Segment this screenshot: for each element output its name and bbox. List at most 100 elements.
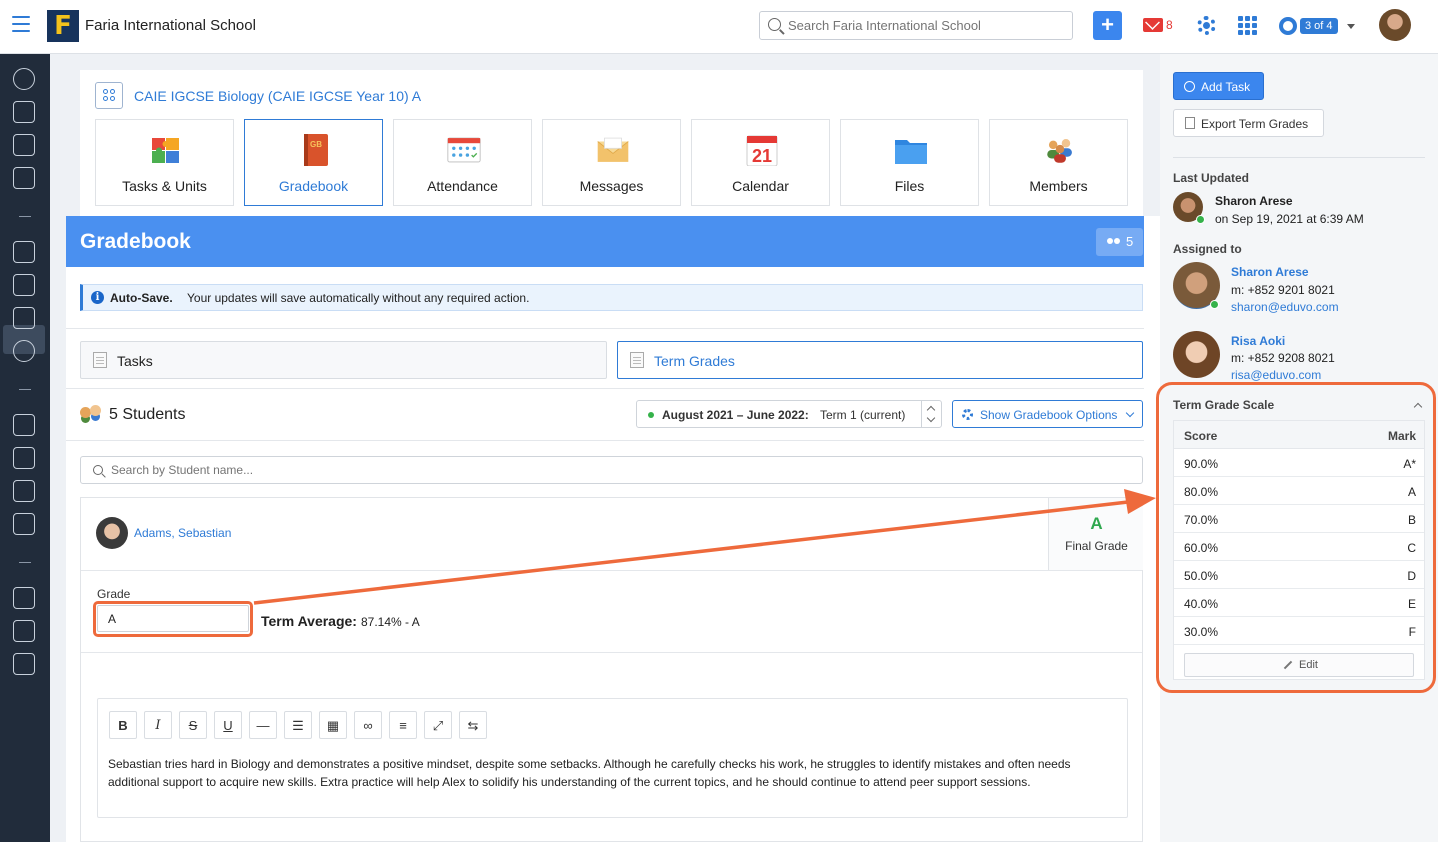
table-button[interactable]: ▦ — [319, 711, 347, 739]
signal-icon[interactable] — [13, 620, 35, 642]
align-button[interactable]: ≡ — [389, 711, 417, 739]
tile-messages[interactable]: Messages — [542, 119, 681, 206]
bold-button[interactable]: B — [109, 711, 137, 739]
link-button[interactable]: ∞ — [354, 711, 382, 739]
growth-chart-icon[interactable] — [13, 513, 35, 535]
avatar — [96, 517, 128, 549]
export-term-grades-button[interactable]: Export Term Grades — [1173, 109, 1324, 137]
edit-scale-button[interactable]: Edit — [1184, 653, 1414, 677]
tab-label: Tasks — [117, 353, 153, 369]
rail-separator — [19, 389, 31, 390]
tile-tasks-units[interactable]: Tasks & Units — [95, 119, 234, 206]
gradebook-header: Gradebook 5 — [66, 216, 1144, 267]
envelope-icon — [597, 137, 629, 162]
fullscreen-button[interactable]: ⤢ — [424, 711, 452, 739]
assignee-email-link[interactable]: risa@eduvo.com — [1231, 368, 1321, 382]
hamburger-menu-icon[interactable] — [12, 16, 30, 36]
flag-icon[interactable] — [13, 653, 35, 675]
course-title[interactable]: CAIE IGCSE Biology (CAIE IGCSE Year 10) … — [134, 88, 421, 104]
score-cell: 50.0% — [1184, 569, 1219, 583]
mail-count-badge[interactable]: 8 — [1166, 18, 1173, 32]
teaching-board-icon[interactable] — [13, 274, 35, 296]
assignee-name-link[interactable]: Sharon Arese — [1231, 265, 1309, 279]
autosave-text: Your updates will save automatically wit… — [187, 291, 530, 305]
table-header: Score Mark — [1174, 421, 1424, 449]
strikethrough-button[interactable]: S — [179, 711, 207, 739]
members-count-button[interactable]: 5 — [1096, 228, 1143, 256]
add-task-button[interactable]: Add Task — [1173, 72, 1264, 100]
table-row: 50.0% D — [1174, 561, 1424, 589]
underline-button[interactable]: U — [214, 711, 242, 739]
classes-grid-icon[interactable] — [13, 241, 35, 263]
tile-label: Files — [894, 178, 925, 194]
column-header-mark: Mark — [1387, 429, 1416, 443]
term-grade-scale-panel: Term Grade Scale Score Mark 90.0% A* 80.0… — [1160, 390, 1438, 700]
chevron-down-icon[interactable] — [1347, 24, 1355, 29]
rail-separator — [19, 216, 31, 217]
search-icon — [93, 465, 103, 475]
briefcase-icon[interactable] — [13, 167, 35, 189]
tile-calendar[interactable]: 21 Calendar — [691, 119, 830, 206]
toolbox-icon[interactable] — [13, 587, 35, 609]
people-icon[interactable] — [13, 340, 35, 362]
tile-members[interactable]: Members — [989, 119, 1128, 206]
settings-gear-icon[interactable] — [1197, 16, 1216, 35]
chevron-up-icon[interactable] — [1413, 402, 1423, 412]
horizontal-rule-button[interactable]: — — [249, 711, 277, 739]
italic-button[interactable]: I — [144, 711, 172, 739]
show-gradebook-options-button[interactable]: Show Gradebook Options — [952, 400, 1143, 428]
user-avatar[interactable] — [1379, 9, 1411, 41]
export-label: Export Term Grades — [1201, 117, 1309, 131]
student-search-input[interactable] — [111, 463, 711, 477]
create-new-button[interactable]: + — [1093, 11, 1122, 40]
tab-term-grades[interactable]: Term Grades — [617, 341, 1143, 379]
table-row: 30.0% F — [1174, 617, 1424, 645]
tile-files[interactable]: Files — [840, 119, 979, 206]
cube-icon[interactable] — [13, 307, 35, 329]
tile-attendance[interactable]: Attendance — [393, 119, 532, 206]
planner-icon[interactable] — [13, 414, 35, 436]
assignee-name-link[interactable]: Risa Aoki — [1231, 334, 1285, 348]
mark-cell: D — [1407, 569, 1416, 583]
table-row: 70.0% B — [1174, 505, 1424, 533]
student-name-link[interactable]: Adams, Sebastian — [134, 526, 231, 540]
select-stepper-icon[interactable] — [921, 401, 941, 427]
student-search[interactable] — [80, 456, 1143, 484]
bullet-list-button[interactable]: ☰ — [284, 711, 312, 739]
divider — [1173, 157, 1425, 158]
grade-input[interactable] — [97, 605, 249, 632]
onboarding-progress-badge[interactable]: 3 of 4 — [1300, 18, 1338, 34]
global-search-input[interactable] — [788, 18, 1058, 33]
comment-editor[interactable]: B I S U — ☰ ▦ ∞ ≡ ⤢ ⇆ Sebastian tries ha… — [97, 698, 1128, 818]
mail-icon[interactable] — [1143, 18, 1163, 32]
tab-tasks[interactable]: Tasks — [80, 341, 607, 379]
course-grid-icon[interactable] — [95, 82, 123, 109]
search-icon — [768, 18, 781, 31]
options-label: Show Gradebook Options — [980, 408, 1118, 422]
help-lifebuoy-icon[interactable] — [1279, 17, 1297, 35]
table-row: 80.0% A — [1174, 477, 1424, 505]
assignee-email-link[interactable]: sharon@eduvo.com — [1231, 300, 1339, 314]
term-grade-scale-title[interactable]: Term Grade Scale — [1173, 398, 1274, 412]
apps-grid-icon[interactable] — [1238, 16, 1257, 35]
table-row: 60.0% C — [1174, 533, 1424, 561]
home-icon[interactable] — [13, 101, 35, 123]
report-sheet-icon — [630, 352, 644, 368]
documents-icon[interactable] — [13, 447, 35, 469]
tile-gradebook[interactable]: GB Gradebook — [244, 119, 383, 206]
dashboard-gauge-icon[interactable] — [13, 68, 35, 90]
global-search[interactable] — [759, 11, 1073, 40]
direction-button[interactable]: ⇆ — [459, 711, 487, 739]
score-cell: 30.0% — [1184, 625, 1219, 639]
page-title: Gradebook — [80, 230, 191, 253]
school-logo[interactable]: F — [47, 10, 79, 42]
term-select[interactable]: August 2021 – June 2022: Term 1 (current… — [636, 400, 942, 428]
autosave-title: Auto-Save. — [110, 291, 173, 305]
edit-label: Edit — [1299, 659, 1318, 671]
school-name[interactable]: Faria International School — [85, 17, 256, 34]
compass-icon — [1184, 81, 1195, 92]
map-icon[interactable] — [13, 480, 35, 502]
analytics-chart-icon[interactable] — [13, 134, 35, 156]
mark-cell: B — [1407, 513, 1416, 527]
comment-text[interactable]: Sebastian tries hard in Biology and demo… — [108, 756, 1118, 791]
